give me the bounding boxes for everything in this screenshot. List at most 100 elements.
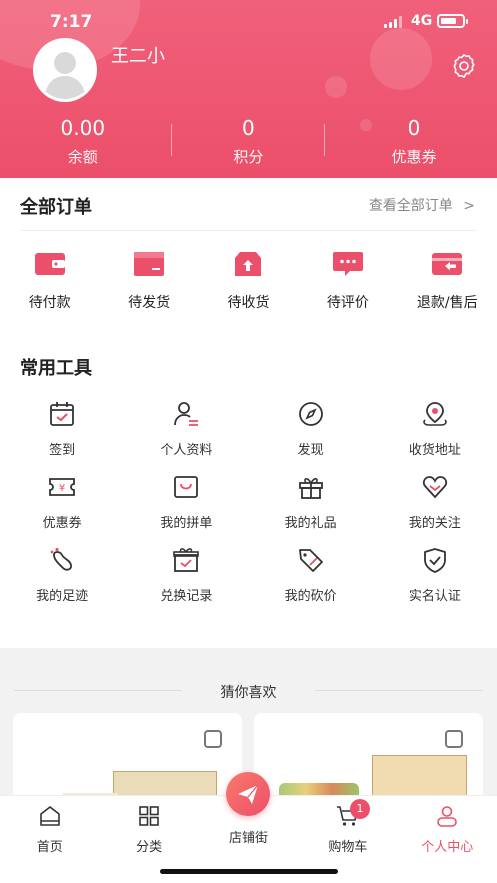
brand-seal-icon — [204, 730, 222, 748]
tool-label: 我的礼品 — [284, 516, 337, 531]
network-label: 4G — [411, 13, 433, 29]
order-pending-payment[interactable]: 待付款 — [0, 250, 99, 312]
tool-label: 兑换记录 — [160, 589, 213, 604]
box-icon — [134, 252, 165, 276]
tab-label: 个人中心 — [421, 840, 474, 855]
tool-bargain[interactable]: 我的砍价 — [249, 546, 373, 619]
stat-value: 0.00 — [60, 116, 106, 140]
tool-exchange-records[interactable]: 兑换记录 — [124, 546, 248, 619]
tool-sign-in[interactable]: 签到 — [0, 400, 124, 473]
tool-follows[interactable]: 我的关注 — [373, 473, 497, 546]
tab-label: 购物车 — [328, 840, 368, 855]
tool-label: 优惠券 — [42, 516, 82, 531]
gear-icon[interactable] — [450, 52, 478, 80]
decor-bubble — [325, 76, 347, 98]
tool-discover[interactable]: 发现 — [249, 400, 373, 473]
shield-check-icon — [423, 548, 446, 573]
stat-label: 余额 — [67, 148, 98, 166]
svg-text:¥: ¥ — [59, 483, 65, 494]
tool-gifts[interactable]: 我的礼品 — [249, 473, 373, 546]
tab-home[interactable]: 首页 — [0, 804, 99, 855]
brand-seal-icon — [445, 730, 463, 748]
content-card: 全部订单 查看全部订单 > 待付款 待发货 待收货 待评价 退款/售后 常用工具… — [0, 178, 497, 648]
view-all-orders-link[interactable]: 查看全部订单 > — [369, 195, 475, 215]
stat-divider — [324, 124, 325, 156]
stat-points[interactable]: 0 积分 — [166, 116, 332, 167]
battery-icon — [437, 14, 468, 28]
home-indicator — [160, 869, 338, 874]
price-tag-icon — [298, 549, 323, 572]
shop-street-button[interactable] — [226, 772, 270, 816]
divider — [20, 230, 477, 231]
stat-label: 积分 — [233, 148, 264, 166]
view-all-label: 查看全部订单 — [368, 198, 453, 214]
order-label: 待发货 — [128, 295, 171, 311]
profile-header: 7:17 4G 王二小 0.00 余额 0 积分 0 优惠券 — [0, 0, 497, 178]
coupon-icon: ¥ — [49, 478, 76, 496]
compass-icon — [298, 402, 323, 426]
tab-personal-center[interactable]: 个人中心 — [398, 804, 497, 855]
send-icon — [238, 784, 259, 804]
order-label: 待收货 — [227, 295, 270, 311]
refund-icon — [432, 253, 463, 275]
avatar[interactable] — [33, 38, 97, 102]
order-status-row: 待付款 待发货 待收货 待评价 退款/售后 — [0, 250, 497, 312]
tool-label: 我的拼单 — [160, 516, 213, 531]
category-icon — [139, 806, 159, 826]
exchange-icon — [173, 548, 200, 572]
tool-label: 我的砍价 — [284, 589, 337, 604]
tab-shop-street[interactable]: 店铺街 — [199, 827, 298, 846]
order-label: 待付款 — [28, 295, 71, 311]
receive-box-icon — [235, 252, 262, 276]
stat-value: 0 — [242, 116, 255, 140]
tab-label: 首页 — [36, 840, 63, 855]
orders-title: 全部订单 — [20, 197, 92, 218]
order-pending-shipment[interactable]: 待发货 — [99, 250, 198, 312]
tool-profile[interactable]: 个人资料 — [124, 400, 248, 473]
tool-footprints[interactable]: 我的足迹 — [0, 546, 124, 619]
signal-icon — [384, 16, 402, 28]
tool-label: 收货地址 — [408, 443, 461, 458]
tool-label: 我的足迹 — [36, 589, 89, 604]
calendar-check-icon — [50, 402, 75, 426]
recommend-title: 猜你喜欢 — [220, 685, 277, 701]
tool-group-buy[interactable]: 我的拼单 — [124, 473, 248, 546]
divider — [315, 690, 483, 691]
tool-verification[interactable]: 实名认证 — [373, 546, 497, 619]
tab-category[interactable]: 分类 — [99, 804, 198, 855]
tool-coupons[interactable]: ¥ 优惠券 — [0, 473, 124, 546]
group-buy-icon — [174, 476, 199, 498]
chevron-right-icon: > — [463, 198, 475, 214]
tool-label: 签到 — [49, 443, 76, 458]
wallet-icon — [34, 253, 65, 275]
tool-label: 实名认证 — [408, 589, 461, 604]
tool-label: 我的关注 — [408, 516, 461, 531]
stat-value: 0 — [407, 116, 421, 140]
user-profile-icon — [174, 402, 199, 426]
footprint-icon — [50, 547, 73, 571]
account-stats: 0.00 余额 0 积分 0 优惠券 — [0, 116, 497, 167]
avatar-placeholder-icon — [44, 52, 86, 99]
order-pending-review[interactable]: 待评价 — [298, 250, 397, 312]
stat-balance[interactable]: 0.00 余额 — [0, 116, 166, 167]
stat-coupons[interactable]: 0 优惠券 — [331, 116, 497, 167]
home-icon — [39, 806, 60, 826]
order-pending-receipt[interactable]: 待收货 — [199, 250, 298, 312]
cart-badge: 1 — [350, 799, 370, 819]
tab-cart[interactable]: 购物车 — [298, 804, 397, 855]
location-icon — [423, 402, 447, 426]
stat-divider — [171, 124, 172, 156]
decor-bubble — [370, 28, 432, 90]
tool-address[interactable]: 收货地址 — [373, 400, 497, 473]
status-time: 7:17 — [50, 12, 93, 32]
tools-grid: 签到 个人资料 发现 收货地址 ¥ 优惠券 我的拼单 我的礼品 我的关注 我的足… — [0, 400, 497, 619]
order-refund-aftersale[interactable]: 退款/售后 — [398, 250, 497, 312]
username[interactable]: 王二小 — [111, 42, 165, 68]
tab-label: 分类 — [136, 840, 163, 855]
order-label: 待评价 — [326, 295, 369, 311]
stat-label: 优惠券 — [391, 148, 437, 166]
tool-label: 个人资料 — [160, 443, 213, 458]
comment-icon — [332, 252, 363, 276]
heart-icon — [422, 476, 447, 499]
status-bar: 7:17 4G — [0, 10, 497, 34]
